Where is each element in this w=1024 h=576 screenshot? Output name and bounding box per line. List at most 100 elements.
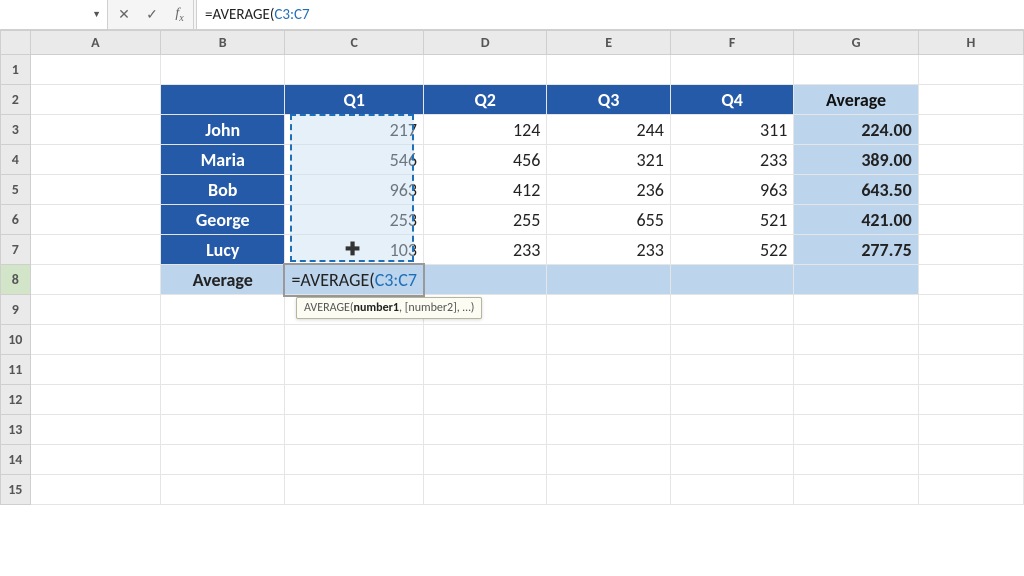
cell-D15[interactable] <box>423 475 546 505</box>
cell-C11[interactable] <box>285 355 424 385</box>
cell-E3[interactable]: 244 <box>547 115 670 145</box>
row-header-3[interactable]: 3 <box>1 115 31 145</box>
cell-D2[interactable]: Q2 <box>423 85 546 115</box>
cell-F15[interactable] <box>670 475 793 505</box>
cell-C15[interactable] <box>285 475 424 505</box>
name-box[interactable]: ▼ <box>0 0 108 29</box>
cell-D4[interactable]: 456 <box>423 145 546 175</box>
cell-F1[interactable] <box>670 55 793 85</box>
cell-G12[interactable] <box>794 385 918 415</box>
cell-A15[interactable] <box>30 475 160 505</box>
cell-D7[interactable]: 233 <box>423 235 546 265</box>
cell-B13[interactable] <box>161 415 285 445</box>
cell-H1[interactable] <box>918 55 1023 85</box>
cell-B8[interactable]: Average <box>161 265 285 295</box>
cell-H6[interactable] <box>918 205 1023 235</box>
cell-G13[interactable] <box>794 415 918 445</box>
select-all-corner[interactable] <box>1 31 31 55</box>
cell-E2[interactable]: Q3 <box>547 85 670 115</box>
cell-H15[interactable] <box>918 475 1023 505</box>
spreadsheet-grid[interactable]: ABCDEFGH12Q1Q2Q3Q4Average3John2171242443… <box>0 30 1024 505</box>
cell-E5[interactable]: 236 <box>547 175 670 205</box>
cell-D3[interactable]: 124 <box>423 115 546 145</box>
cell-B6[interactable]: George <box>161 205 285 235</box>
cell-G14[interactable] <box>794 445 918 475</box>
cell-F13[interactable] <box>670 415 793 445</box>
cell-E4[interactable]: 321 <box>547 145 670 175</box>
cancel-button[interactable]: ✕ <box>110 0 138 29</box>
cell-A8[interactable] <box>30 265 160 295</box>
cell-H13[interactable] <box>918 415 1023 445</box>
insert-function-button[interactable]: fx <box>166 0 194 29</box>
cell-C10[interactable] <box>285 325 424 355</box>
cell-H9[interactable] <box>918 295 1023 325</box>
cell-E1[interactable] <box>547 55 670 85</box>
cell-E11[interactable] <box>547 355 670 385</box>
cell-E7[interactable]: 233 <box>547 235 670 265</box>
cell-H8[interactable] <box>918 265 1023 295</box>
row-header-9[interactable]: 9 <box>1 295 31 325</box>
cell-F6[interactable]: 521 <box>670 205 793 235</box>
row-header-1[interactable]: 1 <box>1 55 31 85</box>
cell-C4[interactable]: 546 <box>285 145 424 175</box>
cell-E8[interactable] <box>547 265 670 295</box>
cell-G9[interactable] <box>794 295 918 325</box>
cell-A7[interactable] <box>30 235 160 265</box>
cell-E15[interactable] <box>547 475 670 505</box>
cell-D14[interactable] <box>423 445 546 475</box>
cell-G5[interactable]: 643.50 <box>794 175 918 205</box>
cell-A10[interactable] <box>30 325 160 355</box>
cell-F14[interactable] <box>670 445 793 475</box>
cell-G10[interactable] <box>794 325 918 355</box>
cell-C6[interactable]: 253 <box>285 205 424 235</box>
cell-B10[interactable] <box>161 325 285 355</box>
cell-G8[interactable] <box>794 265 918 295</box>
column-header-E[interactable]: E <box>547 31 670 55</box>
cell-F8[interactable] <box>670 265 793 295</box>
row-header-11[interactable]: 11 <box>1 355 31 385</box>
column-header-D[interactable]: D <box>423 31 546 55</box>
cell-B7[interactable]: Lucy <box>161 235 285 265</box>
cell-B11[interactable] <box>161 355 285 385</box>
cell-G4[interactable]: 389.00 <box>794 145 918 175</box>
cell-B5[interactable]: Bob <box>161 175 285 205</box>
row-header-6[interactable]: 6 <box>1 205 31 235</box>
cell-G11[interactable] <box>794 355 918 385</box>
cell-editing-C8[interactable]: =AVERAGE(C3:C7 <box>285 265 424 295</box>
cell-C1[interactable] <box>285 55 424 85</box>
cell-F7[interactable]: 522 <box>670 235 793 265</box>
cell-B4[interactable]: Maria <box>161 145 285 175</box>
cell-F11[interactable] <box>670 355 793 385</box>
column-header-A[interactable]: A <box>30 31 160 55</box>
row-header-2[interactable]: 2 <box>1 85 31 115</box>
cell-F5[interactable]: 963 <box>670 175 793 205</box>
cell-D5[interactable]: 412 <box>423 175 546 205</box>
cell-G15[interactable] <box>794 475 918 505</box>
cell-E13[interactable] <box>547 415 670 445</box>
name-box-dropdown-icon[interactable]: ▼ <box>92 9 101 20</box>
cell-D1[interactable] <box>423 55 546 85</box>
cell-E12[interactable] <box>547 385 670 415</box>
cell-H12[interactable] <box>918 385 1023 415</box>
cell-D12[interactable] <box>423 385 546 415</box>
row-header-5[interactable]: 5 <box>1 175 31 205</box>
cell-G1[interactable] <box>794 55 918 85</box>
column-header-B[interactable]: B <box>161 31 285 55</box>
cell-B2[interactable] <box>161 85 285 115</box>
cell-D13[interactable] <box>423 415 546 445</box>
cell-D11[interactable] <box>423 355 546 385</box>
cell-A12[interactable] <box>30 385 160 415</box>
row-header-14[interactable]: 14 <box>1 445 31 475</box>
cell-C7[interactable]: 103 <box>285 235 424 265</box>
row-header-12[interactable]: 12 <box>1 385 31 415</box>
cell-E6[interactable]: 655 <box>547 205 670 235</box>
cell-E14[interactable] <box>547 445 670 475</box>
cell-C13[interactable] <box>285 415 424 445</box>
cell-D6[interactable]: 255 <box>423 205 546 235</box>
column-header-F[interactable]: F <box>670 31 793 55</box>
cell-H11[interactable] <box>918 355 1023 385</box>
cell-A4[interactable] <box>30 145 160 175</box>
cell-A1[interactable] <box>30 55 160 85</box>
cell-A6[interactable] <box>30 205 160 235</box>
formula-input[interactable]: =AVERAGE(C3:C7 <box>196 0 1024 29</box>
